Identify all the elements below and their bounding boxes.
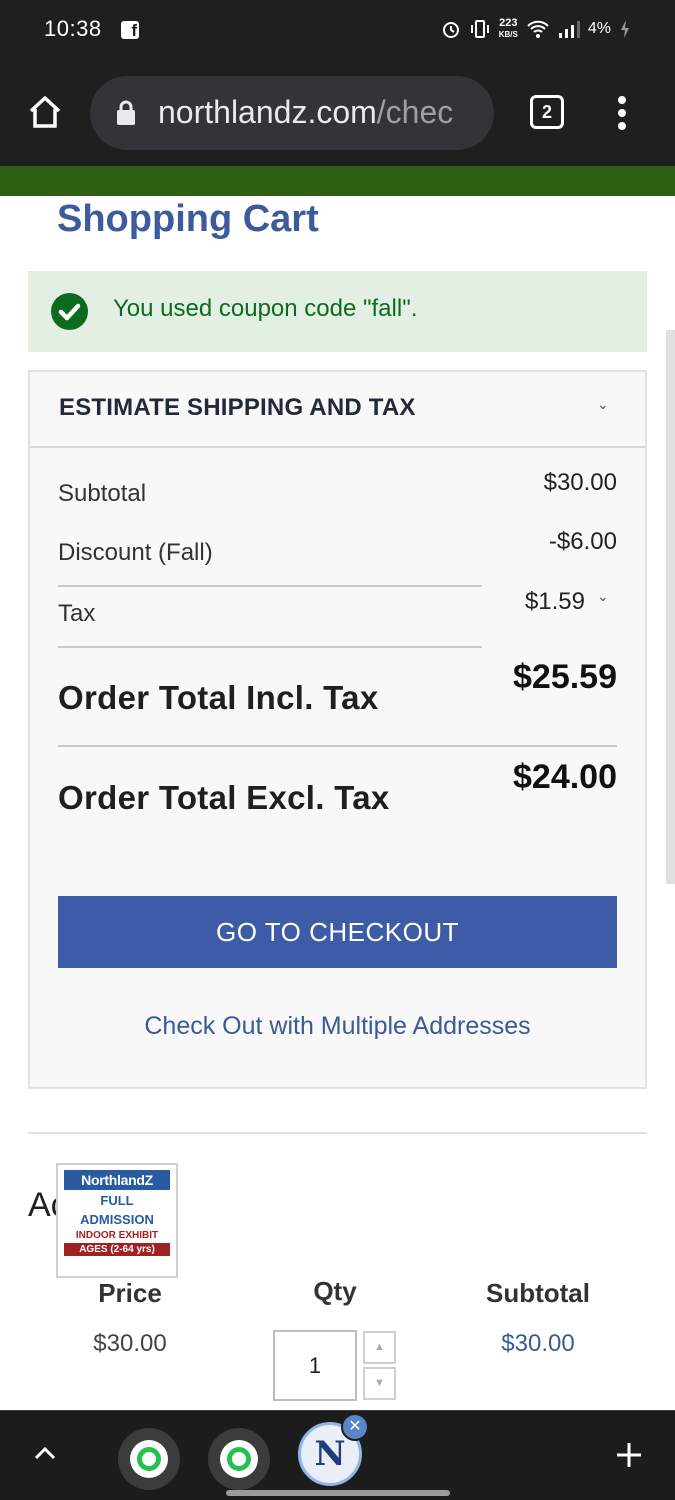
qty-column-header: Qty [313,1276,357,1306]
facebook-icon: f [121,21,139,39]
quantity-input[interactable]: 1 [273,1330,357,1401]
address-bar[interactable]: northlandz.com/chec [90,76,494,150]
app-bubble[interactable] [208,1428,270,1490]
browser-toolbar: northlandz.com/chec 2 [0,62,675,166]
subtotal-value: $30.00 [543,469,617,496]
bottom-bubble-bar: N ✕ [0,1410,675,1500]
close-icon[interactable]: ✕ [341,1413,369,1441]
chevron-up-icon[interactable] [33,1445,57,1461]
multiple-addresses-link[interactable]: Check Out with Multiple Addresses [30,1012,645,1041]
more-menu-icon[interactable] [616,95,628,131]
battery-level: 4% [587,20,611,37]
network-speed: 223 KB/S [498,17,518,40]
divider [58,745,617,747]
northlandz-tab-bubble[interactable]: N ✕ [298,1413,369,1486]
home-icon[interactable] [27,94,63,130]
tax-chevron-down-icon[interactable]: ⌄ [597,588,609,605]
estimate-shipping-label: ESTIMATE SHIPPING AND TAX [59,394,416,421]
thumb-line1: FULL [100,1193,134,1208]
divider [58,646,482,648]
vibrate-icon [470,20,489,38]
tax-value[interactable]: $1.59 [430,588,585,616]
page-title: Shopping Cart [57,198,319,240]
order-total-excl-value: $24.00 [513,758,617,796]
app-bubble[interactable] [118,1428,180,1490]
item-subtotal: $30.00 [501,1330,575,1357]
wifi-icon [527,20,549,38]
coupon-success-message: You used coupon code "fall". [28,271,647,352]
order-total-excl-label: Order Total Excl. Tax [58,779,390,816]
tax-label: Tax [58,600,96,627]
tab-switcher-button[interactable]: 2 [530,95,564,129]
divider [28,1132,647,1134]
signal-icon [558,21,580,38]
thumb-line2: ADMISSION [80,1212,154,1227]
product-thumbnail[interactable]: NorthlandZ FULL ADMISSION INDOOR EXHIBIT… [56,1163,178,1278]
order-total-incl-label: Order Total Incl. Tax [58,679,379,716]
plus-icon[interactable] [615,1441,643,1469]
subtotal-label: Subtotal [58,480,147,507]
cart-summary: ESTIMATE SHIPPING AND TAX ⌄ Subtotal $30… [28,370,647,1089]
discount-label: Discount (Fall) [58,539,213,566]
chevron-down-icon: ⌄ [597,396,609,412]
gesture-home-bar[interactable] [226,1490,450,1496]
qty-increase-button[interactable]: ▲ [363,1331,396,1364]
go-to-checkout-button[interactable]: GO TO CHECKOUT [58,896,617,968]
item-price: $30.00 [93,1330,167,1357]
qty-decrease-button[interactable]: ▼ [363,1367,396,1400]
status-time: 10:38 [44,16,102,41]
url-text[interactable]: northlandz.com/chec [158,94,453,131]
discount-value: -$6.00 [548,528,617,555]
page-scrollbar[interactable] [666,330,675,884]
divider [58,585,482,587]
thumb-line4: AGES (2-64 yrs) [64,1243,170,1256]
charging-icon [621,20,629,38]
order-total-incl-value: $25.59 [513,658,617,696]
estimate-shipping-toggle[interactable]: ESTIMATE SHIPPING AND TAX ⌄ [30,372,645,448]
subtotal-column-header: Subtotal [486,1278,590,1308]
thumb-brand: NorthlandZ [64,1170,170,1190]
check-circle-icon [51,293,88,330]
status-icons: 223 KB/S 4% [441,18,631,40]
price-column-header: Price [98,1278,162,1308]
status-bar: 10:38 f 223 KB/S 4% [0,0,675,62]
thumb-line3: INDOOR EXHIBIT [75,1230,159,1241]
coupon-message-text: You used coupon code "fall". [113,295,418,322]
alarm-icon [442,22,459,38]
lock-icon[interactable] [116,100,136,126]
site-header-bar [0,166,675,196]
